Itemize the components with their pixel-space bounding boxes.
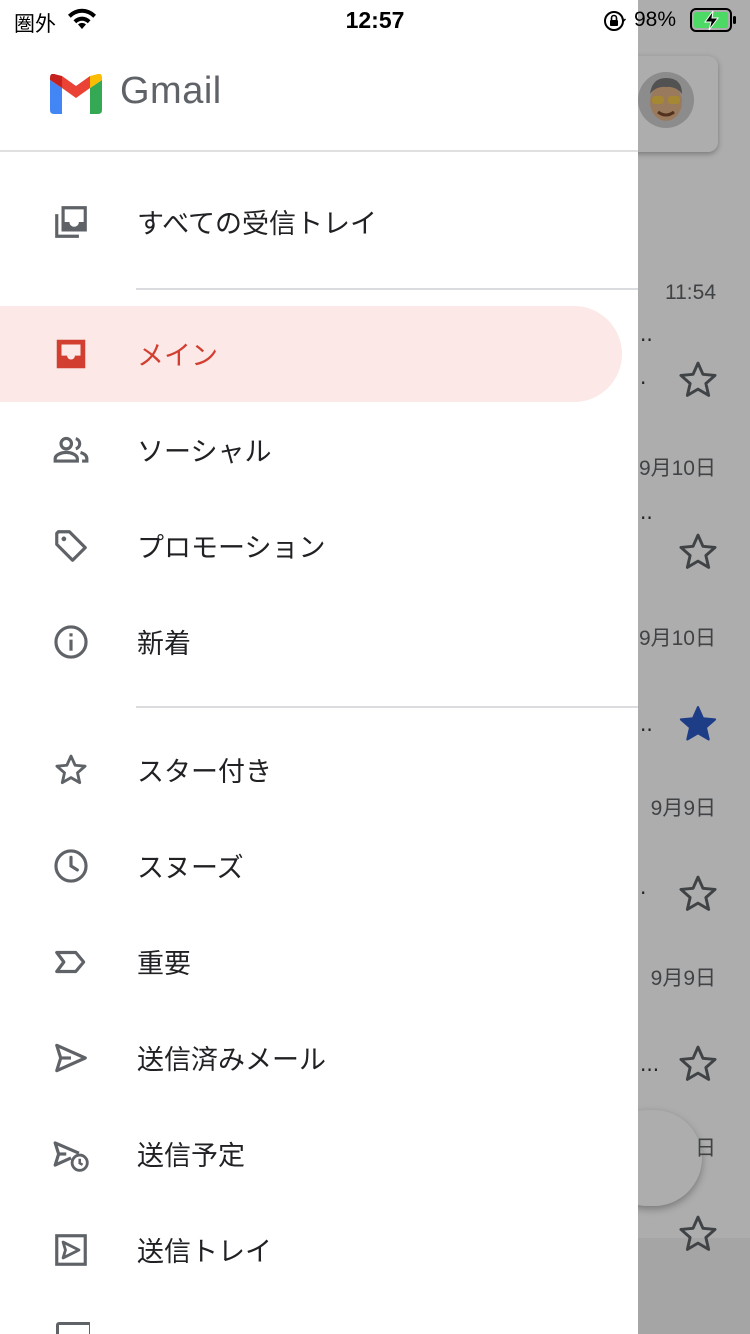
nav-item-label: 重要: [137, 949, 191, 980]
nav-item-label: すべての受信トレイ: [137, 209, 378, 240]
send-icon: [55, 1043, 87, 1073]
nav-item-promotions[interactable]: プロモーション: [0, 498, 622, 594]
drawer-header: Gmail: [0, 40, 638, 152]
outbox-icon: [55, 1234, 87, 1266]
nav-item-important[interactable]: 重要: [0, 914, 622, 1010]
nav-item-snoozed[interactable]: スヌーズ: [0, 818, 622, 914]
battery-charging-icon: [690, 8, 736, 32]
folder-icon: [56, 1322, 90, 1334]
star-outline-icon: [55, 754, 87, 785]
nav-item-label: 新着: [137, 629, 191, 660]
nav-item-label: スター付き: [137, 757, 272, 788]
nav-item-label: 送信トレイ: [137, 1237, 272, 1268]
people-icon: [53, 436, 89, 463]
nav-item-social[interactable]: ソーシャル: [0, 402, 622, 498]
status-bar: 圏外 12:57 98%: [0, 0, 750, 40]
important-icon: [55, 950, 86, 974]
nav-item-primary[interactable]: メイン: [0, 306, 622, 402]
navigation-drawer: Gmail すべての受信トレイ メイン ソーシャル プロモーション 新着 スター…: [0, 0, 638, 1334]
divider: [136, 288, 638, 290]
nav-item-sent[interactable]: 送信済みメール: [0, 1010, 622, 1106]
gmail-logo-icon: [50, 74, 102, 114]
app-title: Gmail: [120, 70, 222, 112]
nav-item-updates[interactable]: 新着: [0, 594, 622, 690]
nav-item-label: プロモーション: [137, 533, 326, 564]
nav-item-label: 送信予定: [137, 1141, 245, 1172]
info-icon: [54, 625, 88, 659]
clock-icon: [54, 849, 88, 883]
nav-item-next-partial[interactable]: [52, 1322, 90, 1334]
tag-icon: [55, 530, 87, 562]
battery-percent: 98%: [634, 8, 677, 31]
nav-item-label: 送信済みメール: [137, 1045, 326, 1076]
divider: [136, 706, 638, 708]
nav-item-outbox[interactable]: 送信トレイ: [0, 1202, 622, 1298]
nav-item-starred[interactable]: スター付き: [0, 722, 622, 818]
nav-item-label: スヌーズ: [137, 853, 244, 884]
scheduled-send-icon: [53, 1141, 89, 1172]
inbox-icon: [56, 339, 86, 369]
orientation-lock-icon: [604, 11, 626, 31]
nav-item-scheduled[interactable]: 送信予定: [0, 1106, 622, 1202]
nav-item-label: ソーシャル: [137, 437, 272, 468]
all-inboxes-icon: [55, 206, 87, 238]
nav-item-label: メイン: [137, 341, 218, 372]
nav-item-all-inboxes[interactable]: すべての受信トレイ: [0, 174, 622, 270]
